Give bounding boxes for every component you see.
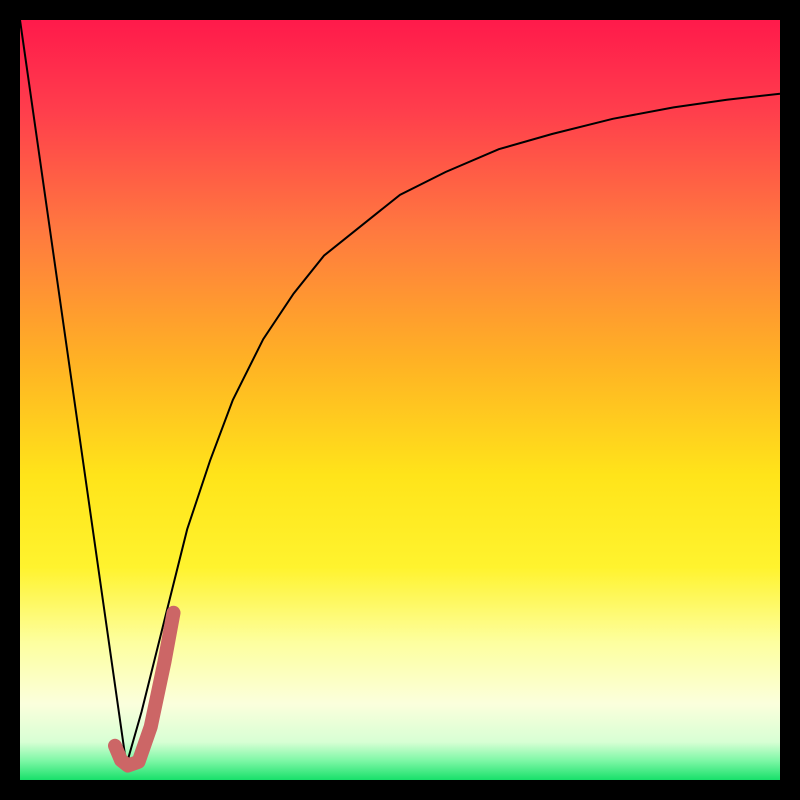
gradient-background xyxy=(20,20,780,780)
bottleneck-chart xyxy=(20,20,780,780)
chart-frame: TheBottleneck.com xyxy=(20,20,780,800)
